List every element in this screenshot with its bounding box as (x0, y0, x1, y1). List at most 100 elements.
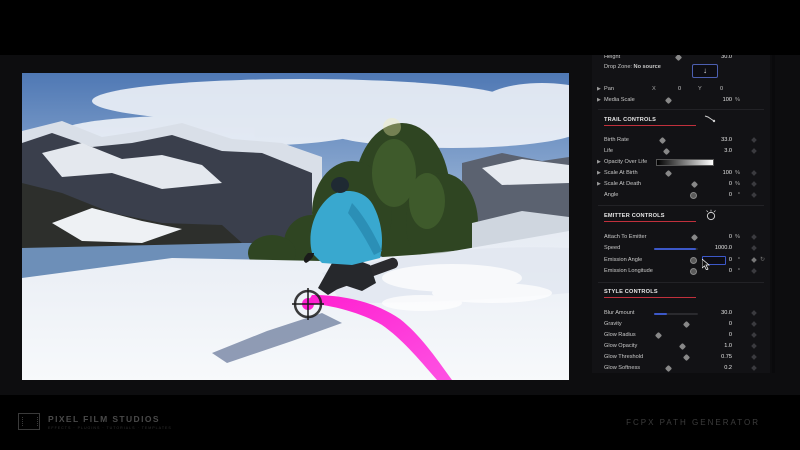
film-strip-icon (18, 413, 40, 430)
emission-angle-label: Emission Angle (604, 257, 643, 263)
glow-radius-row[interactable]: Glow Radius 0 (592, 330, 770, 341)
glow-softness-row[interactable]: Glow Softness 0.2 (592, 363, 770, 373)
drop-zone-row: Drop Zone: No source (592, 62, 770, 73)
emission-angle-row[interactable]: Emission Angle 0 ° ↻ (592, 255, 770, 266)
emission-angle-unit: ° (737, 257, 740, 263)
slider-knob[interactable] (690, 233, 699, 242)
pan-x-value[interactable]: 0 (678, 84, 681, 95)
media-scale-row[interactable]: ▶ Media Scale 100 % (592, 95, 770, 106)
emission-longitude-dial-icon[interactable] (690, 268, 697, 275)
emission-angle-value[interactable]: 0 (712, 255, 732, 266)
brand-logo: PIXEL FILM STUDIOS EFFECTS · PLUGINS · T… (18, 413, 172, 430)
disclosure-triangle-icon[interactable]: ▶ (597, 168, 601, 179)
glow-radius-label: Glow Radius (604, 332, 636, 338)
keyframe-icon[interactable] (751, 354, 757, 360)
gravity-row[interactable]: Gravity 0 (592, 319, 770, 330)
blur-amount-value[interactable]: 30.0 (712, 308, 732, 319)
brand-tagline: EFFECTS · PLUGINS · TUTORIALS · TEMPLATE… (48, 425, 172, 430)
media-scale-value[interactable]: 100 (712, 95, 732, 106)
download-arrow-icon: ↓ (703, 66, 707, 75)
glow-opacity-row[interactable]: Glow Opacity 1.0 (592, 341, 770, 352)
glow-threshold-row[interactable]: Glow Threshold 0.75 (592, 352, 770, 363)
pan-row[interactable]: ▶ Pan X 0 Y 0 (592, 84, 770, 95)
glow-softness-value[interactable]: 0.2 (712, 363, 732, 373)
emission-longitude-value[interactable]: 0 (712, 266, 732, 277)
attach-to-emitter-value[interactable]: 0 (712, 232, 732, 243)
reset-arrow-icon[interactable]: ↻ (760, 255, 765, 266)
divider (598, 205, 764, 206)
slider-knob[interactable] (654, 331, 663, 340)
keyframe-icon[interactable] (751, 245, 757, 251)
angle-dial-icon[interactable] (690, 192, 697, 199)
glow-threshold-label: Glow Threshold (604, 354, 644, 360)
blur-amount-row[interactable]: Blur Amount 30.0 (592, 308, 770, 319)
keyframe-icon[interactable] (751, 268, 757, 274)
section-underline (604, 297, 696, 298)
opacity-gradient-bar[interactable] (656, 159, 714, 166)
disclosure-triangle-icon[interactable]: ▶ (597, 95, 601, 106)
life-value[interactable]: 3.0 (712, 146, 732, 157)
divider (598, 282, 764, 283)
keyframe-icon[interactable] (751, 148, 757, 154)
slider-knob[interactable] (664, 169, 673, 178)
slider-knob[interactable] (690, 180, 699, 189)
glow-opacity-value[interactable]: 1.0 (712, 341, 732, 352)
scale-at-birth-label: Scale At Birth (604, 170, 638, 176)
scale-at-death-value[interactable]: 0 (712, 179, 732, 190)
disclosure-triangle-icon[interactable]: ▶ (597, 157, 601, 168)
speed-value[interactable]: 1000.0 (712, 243, 732, 254)
keyframe-icon[interactable] (751, 365, 757, 371)
angle-value[interactable]: 0 (712, 190, 732, 201)
glow-threshold-value[interactable]: 0.75 (712, 352, 732, 363)
blur-amount-label: Blur Amount (604, 310, 635, 316)
keyframe-icon[interactable] (751, 343, 757, 349)
scale-at-birth-row[interactable]: ▶ Scale At Birth 100 % (592, 168, 770, 179)
speed-slider-fill (654, 248, 696, 250)
glow-softness-label: Glow Softness (604, 365, 641, 371)
keyframe-icon[interactable] (751, 321, 757, 327)
disclosure-triangle-icon[interactable]: ▶ (597, 179, 601, 190)
disclosure-triangle-icon[interactable]: ▶ (597, 84, 601, 95)
attach-to-emitter-row[interactable]: Attach To Emitter 0 % (592, 232, 770, 243)
emission-angle-dial-icon[interactable] (690, 257, 697, 264)
slider-knob[interactable] (674, 55, 683, 62)
gravity-value[interactable]: 0 (712, 319, 732, 330)
slider-knob[interactable] (682, 353, 691, 362)
keyframe-icon[interactable] (751, 192, 757, 198)
section-underline (604, 221, 696, 222)
glow-radius-value[interactable]: 0 (712, 330, 732, 341)
divider (598, 109, 764, 110)
emission-longitude-label: Emission Longitude (604, 268, 653, 274)
scale-at-death-row[interactable]: ▶ Scale At Death 0 % (592, 179, 770, 190)
video-viewer[interactable] (22, 73, 569, 380)
keyframe-icon[interactable] (751, 170, 757, 176)
keyframe-icon[interactable] (751, 234, 757, 240)
slider-knob[interactable] (658, 136, 667, 145)
product-name: FCPX PATH GENERATOR (626, 418, 760, 427)
scale-at-birth-value[interactable]: 100 (712, 168, 732, 179)
slider-knob[interactable] (682, 320, 691, 329)
angle-unit: ° (737, 192, 740, 198)
birth-rate-value[interactable]: 33.0 (712, 135, 732, 146)
keyframe-icon[interactable] (751, 137, 757, 143)
inspector-scrollbar[interactable] (772, 55, 775, 373)
slider-knob[interactable] (664, 364, 673, 373)
angle-row[interactable]: Angle 0 ° (592, 190, 770, 201)
opacity-over-life-row[interactable]: ▶ Opacity Over Life (592, 157, 770, 168)
life-row[interactable]: Life 3.0 (592, 146, 770, 157)
speed-row[interactable]: Speed 1000.0 (592, 243, 770, 254)
keyframe-icon[interactable] (751, 332, 757, 338)
keyframe-icon[interactable] (751, 181, 757, 187)
pan-y-label: Y (698, 86, 702, 92)
slider-knob[interactable] (664, 96, 673, 105)
opacity-over-life-label: Opacity Over Life (604, 159, 648, 165)
slider-knob[interactable] (678, 342, 687, 351)
keyframe-add-icon[interactable] (751, 257, 757, 263)
keyframe-icon[interactable] (751, 310, 757, 316)
drop-zone-button[interactable]: ↓ (692, 64, 718, 78)
slider-knob[interactable] (662, 147, 671, 156)
media-scale-unit: % (735, 97, 740, 103)
emission-longitude-row[interactable]: Emission Longitude 0 ° (592, 266, 770, 277)
pan-y-value[interactable]: 0 (720, 84, 723, 95)
birth-rate-row[interactable]: Birth Rate 33.0 (592, 135, 770, 146)
